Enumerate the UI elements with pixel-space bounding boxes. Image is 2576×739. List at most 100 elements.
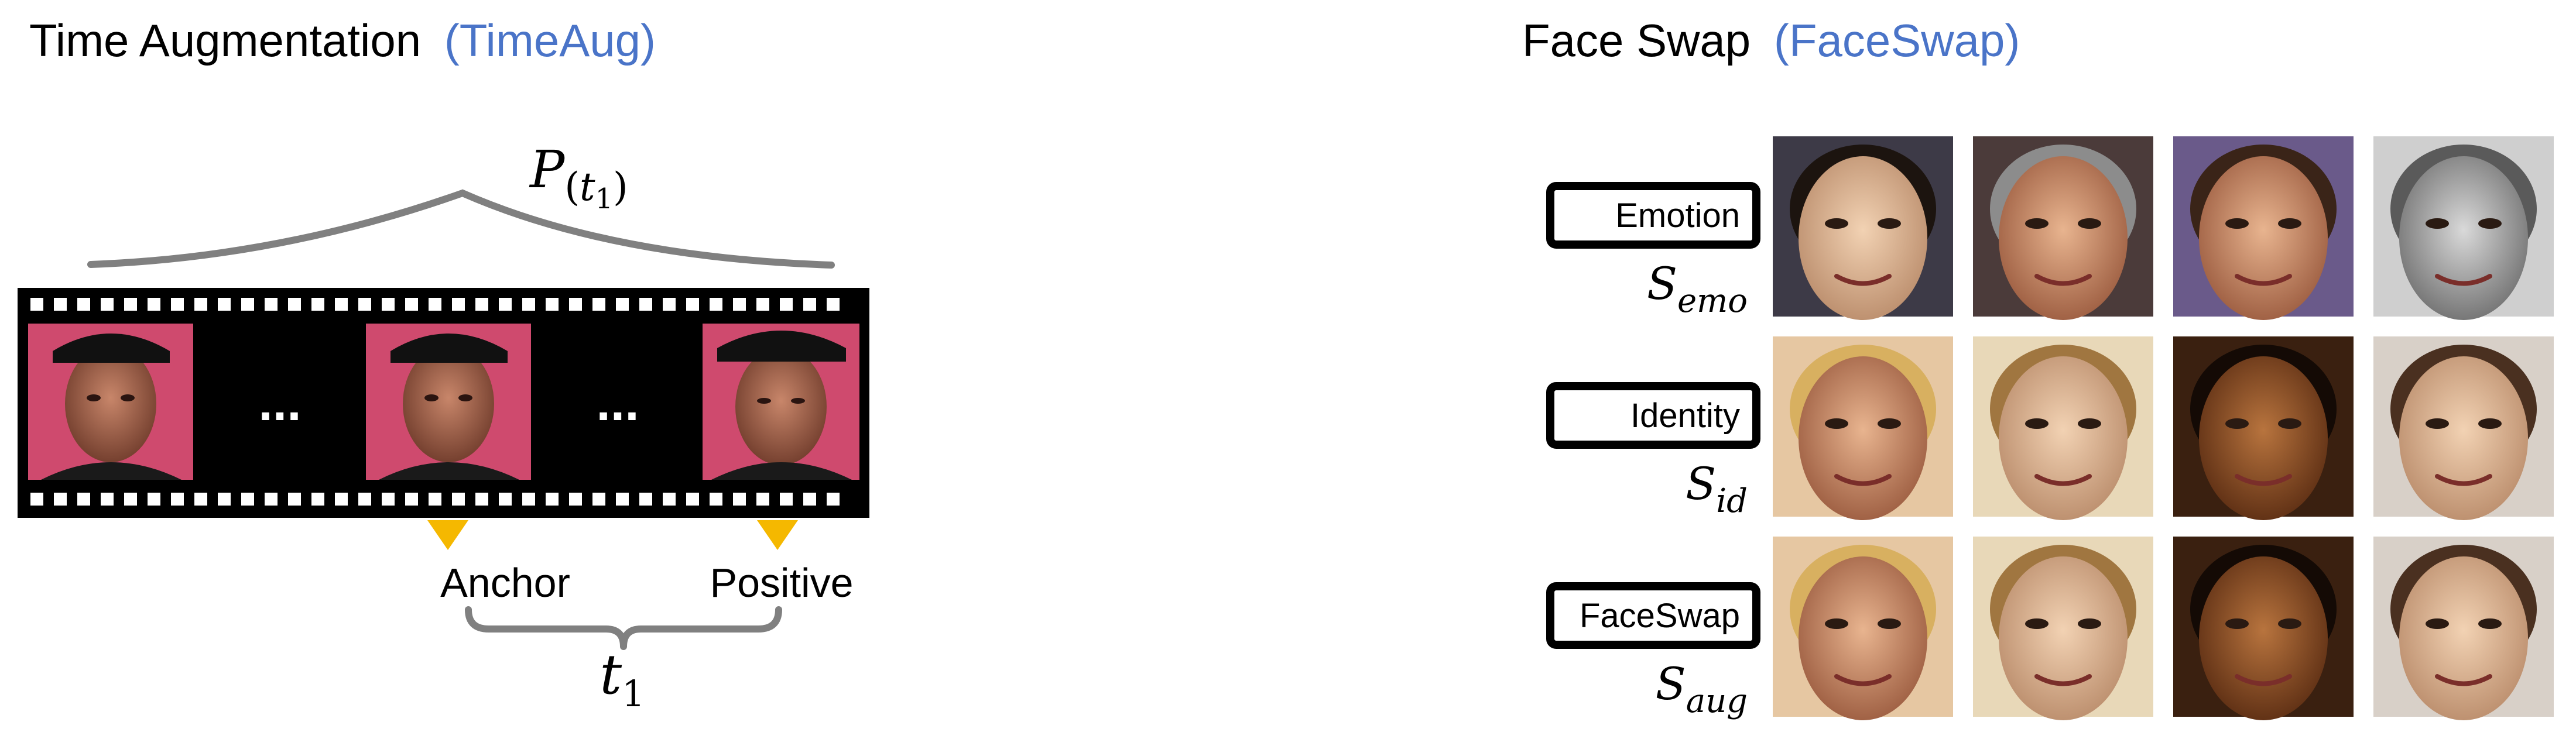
film-hole — [124, 298, 137, 311]
face-grid — [1773, 136, 2554, 720]
film-hole — [241, 298, 254, 311]
face-photo-r2-c3 — [2173, 336, 2354, 520]
film-hole — [522, 493, 535, 506]
label-box-text: Emotion — [1615, 197, 1740, 235]
film-hole — [77, 493, 90, 506]
film-hole — [311, 298, 324, 311]
left-title-text: Time Augmentation — [29, 15, 421, 66]
row-labels: Emotion Semo Identity Sid FaceSwap Saug — [1546, 182, 1760, 720]
film-hole — [756, 298, 769, 311]
film-hole — [663, 298, 676, 311]
anchor-marker-arrow — [427, 520, 468, 550]
film-hole — [77, 298, 90, 311]
film-hole — [194, 298, 207, 311]
film-hole — [592, 298, 605, 311]
film-hole — [803, 298, 816, 311]
face-photo-r1-c2 — [1973, 136, 2153, 320]
film-hole — [475, 493, 488, 506]
film-holes-top — [30, 298, 840, 311]
face-photo-r1-c4 — [2373, 136, 2554, 320]
film-hole — [475, 298, 488, 311]
interval-brace — [465, 606, 782, 650]
film-hole — [780, 298, 793, 311]
film-hole — [311, 493, 324, 506]
film-hole — [54, 298, 67, 311]
film-hole — [639, 298, 652, 311]
film-hole — [522, 298, 535, 311]
label-box-text: Identity — [1630, 397, 1740, 435]
face-photo-r2-c2 — [1973, 336, 2153, 520]
film-hole — [241, 493, 254, 506]
film-hole — [382, 298, 395, 311]
film-hole — [288, 298, 301, 311]
row-symbol: Semo — [1647, 257, 1748, 320]
time-augmentation-panel: Time Augmentation (TimeAug) P(t1) ... ..… — [18, 15, 869, 715]
film-hole — [30, 298, 43, 311]
film-strip: ... ... — [18, 288, 869, 518]
film-hole — [335, 298, 348, 311]
film-hole — [218, 493, 231, 506]
left-title-tag: (TimeAug) — [444, 15, 656, 66]
film-hole — [171, 298, 184, 311]
film-hole — [499, 493, 512, 506]
ellipsis-1: ... — [258, 373, 301, 431]
left-panel-title: Time Augmentation (TimeAug) — [29, 15, 656, 66]
film-hole — [803, 493, 816, 506]
film-hole — [686, 298, 699, 311]
video-frame-2 — [366, 324, 531, 480]
film-hole — [639, 493, 652, 506]
face-photo-r3-c4 — [2373, 537, 2554, 720]
positive-marker-arrow — [757, 520, 798, 550]
film-hole — [429, 298, 441, 311]
film-hole — [780, 493, 793, 506]
face-swap-panel: Face Swap (FaceSwap) Emotion Semo Identity… — [1522, 15, 2554, 720]
film-hole — [733, 493, 746, 506]
film-hole — [616, 493, 629, 506]
film-hole — [101, 298, 114, 311]
film-hole — [569, 493, 582, 506]
video-frame-1 — [28, 324, 193, 480]
label-box-text: FaceSwap — [1580, 597, 1740, 635]
film-hole — [265, 493, 278, 506]
film-holes-bottom — [30, 493, 840, 506]
film-hole — [101, 493, 114, 506]
ellipsis-2: ... — [596, 373, 639, 431]
film-hole — [335, 493, 348, 506]
film-hole — [148, 493, 160, 506]
row-label-identity: Identity Sid — [1546, 382, 1760, 520]
film-hole — [710, 493, 722, 506]
film-hole — [194, 493, 207, 506]
right-title-text: Face Swap — [1522, 15, 1751, 66]
positive-label: Positive — [710, 560, 853, 606]
face-photo-r2-c1 — [1773, 336, 1953, 520]
face-photo-r3-c3 — [2173, 537, 2354, 720]
film-hole — [288, 493, 301, 506]
row-label-emotion: Emotion Semo — [1546, 182, 1760, 320]
film-hole — [592, 493, 605, 506]
film-hole — [148, 298, 160, 311]
face-photo-r1-c1 — [1773, 136, 1953, 320]
right-panel-title: Face Swap (FaceSwap) — [1522, 15, 2020, 66]
right-title-tag: (FaceSwap) — [1774, 15, 2020, 66]
probability-label: P(t1) — [529, 139, 628, 215]
film-hole — [265, 298, 278, 311]
face-photo-r2-c4 — [2373, 336, 2554, 520]
film-hole — [452, 298, 465, 311]
row-symbol: Saug — [1656, 658, 1748, 720]
face-photo-r3-c2 — [1973, 537, 2153, 720]
film-hole — [382, 493, 395, 506]
film-hole — [218, 298, 231, 311]
film-hole — [710, 298, 722, 311]
film-hole — [171, 493, 184, 506]
film-hole — [569, 298, 582, 311]
film-hole — [405, 298, 418, 311]
video-frame-3 — [703, 324, 859, 480]
film-hole — [546, 298, 559, 311]
film-hole — [124, 493, 137, 506]
film-hole — [358, 493, 371, 506]
probability-curve — [87, 189, 835, 269]
film-hole — [756, 493, 769, 506]
film-hole — [733, 298, 746, 311]
face-photo-r3-c1 — [1773, 537, 1953, 720]
film-hole — [616, 298, 629, 311]
